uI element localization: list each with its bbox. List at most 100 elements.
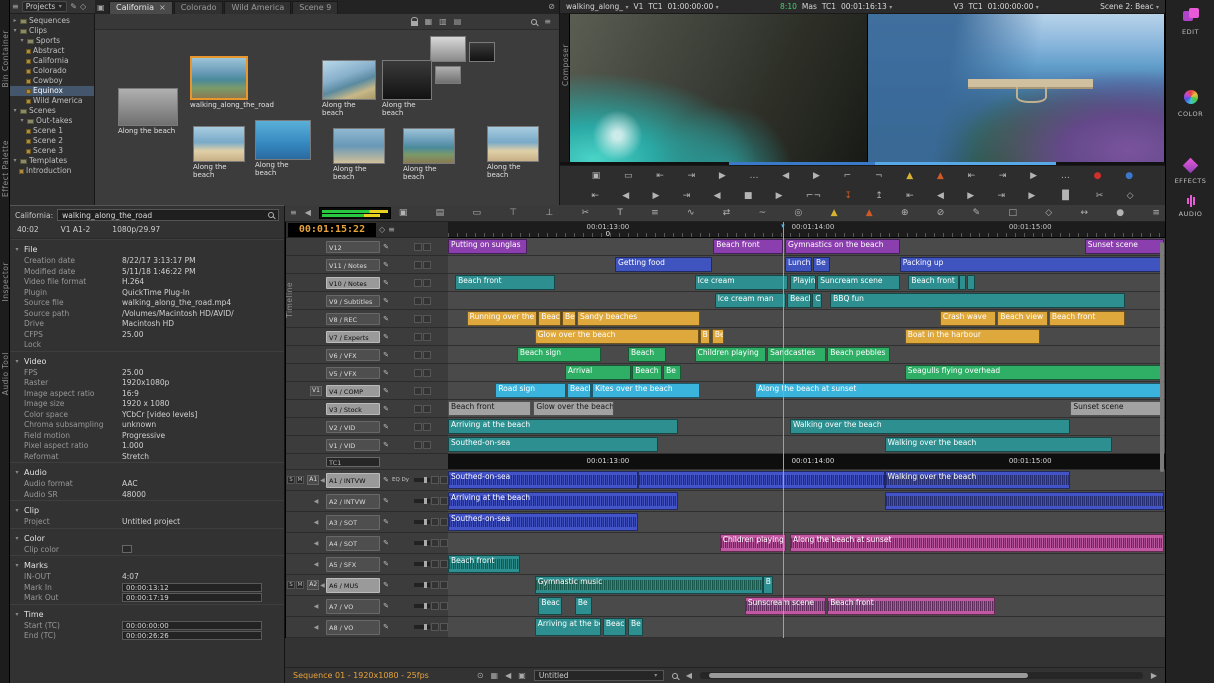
- timeline-clip[interactable]: Arrival: [565, 365, 631, 380]
- track-lane-v4[interactable]: Road signBeachKites over the beachAlong …: [448, 382, 1165, 400]
- keyframe-icon[interactable]: ◇: [1045, 209, 1052, 218]
- record-clip-menu[interactable]: Scene 2: Beac ▾: [1100, 2, 1159, 11]
- bin-clip-thumbnail[interactable]: Along the beach: [193, 126, 245, 179]
- track-monitor-toggle[interactable]: [423, 405, 431, 413]
- go-to-previous-edit-icon[interactable]: ⇤: [656, 172, 664, 181]
- track-lane-v3[interactable]: Beach frontGlow over the beachSunset sce…: [448, 400, 1165, 418]
- record-toggle-icon[interactable]: ●: [1116, 209, 1124, 218]
- timeline-clip[interactable]: B: [700, 329, 711, 344]
- timeline-clip[interactable]: Seagulls flying overhead: [905, 365, 1165, 380]
- rail-tab-audio-tool[interactable]: Audio Tool: [1, 352, 10, 395]
- splice-in-icon[interactable]: ▲: [906, 172, 913, 181]
- track-name-v3[interactable]: V3 / Stock: [326, 403, 380, 415]
- sync-lock-toggle[interactable]: [414, 387, 422, 395]
- timeline-clip[interactable]: Sandy beaches: [577, 311, 700, 326]
- bin-clip-thumbnail[interactable]: Along the beach: [118, 88, 178, 135]
- sync-icon[interactable]: ⊙: [477, 671, 484, 681]
- timeline-clip[interactable]: Be: [813, 257, 830, 272]
- field-input[interactable]: 00:00:13:12: [122, 583, 262, 592]
- sync-lock-toggle[interactable]: [414, 243, 422, 251]
- inspector-clip-name-field[interactable]: walking_along_the_road: [57, 209, 279, 221]
- source-timecode[interactable]: 01:00:00:00 ▾: [668, 2, 719, 11]
- timeline-clip[interactable]: Children playing: [720, 534, 786, 552]
- source-track-patch[interactable]: V1: [307, 386, 325, 396]
- mute-icon[interactable]: ⊘: [937, 209, 945, 218]
- source-track-patch[interactable]: A2◀: [307, 580, 325, 590]
- sidebar-item-cowboy[interactable]: Cowboy: [10, 76, 94, 86]
- record-enable-icon[interactable]: ✎: [381, 369, 391, 377]
- track-name-v12[interactable]: V12: [326, 241, 380, 253]
- sync-lock-toggle[interactable]: [431, 623, 439, 631]
- mark-clip-icon[interactable]: ⌐¬: [806, 192, 821, 201]
- frame-forward-icon[interactable]: ▶: [652, 192, 659, 201]
- bin-clip-thumbnail[interactable]: Along the beach: [487, 126, 539, 179]
- timeline-clips-area[interactable]: 00:01:13:0000:01:14:0000:01:15:000 Putti…: [448, 222, 1165, 638]
- timeline-clip[interactable]: Kites over the beach: [592, 383, 700, 398]
- timeline-clip[interactable]: Sunscream scene: [745, 597, 826, 615]
- track-lane-v1[interactable]: Southed-on-seaWalking over the beach: [448, 436, 1165, 454]
- bin-tab-colorado[interactable]: Colorado: [174, 1, 224, 14]
- timeline-clip[interactable]: C: [812, 293, 822, 308]
- track-name-v11[interactable]: V11 / Notes: [326, 259, 380, 271]
- panel-layout-icon[interactable]: ◇: [80, 2, 86, 12]
- sync-lock-toggle[interactable]: [414, 441, 422, 449]
- track-monitor-toggle[interactable]: [440, 539, 448, 547]
- timeline-horizontal-scrollbar[interactable]: [700, 672, 1143, 679]
- remove-effect-icon[interactable]: ▭: [624, 172, 633, 181]
- toolbar-menu-icon[interactable]: ≡: [1152, 209, 1160, 218]
- more-icon[interactable]: …: [750, 172, 759, 181]
- track-monitor-toggle[interactable]: [423, 315, 431, 323]
- bin-tab-wild-america[interactable]: Wild America: [224, 1, 291, 14]
- timeline-clip[interactable]: Beac: [538, 597, 562, 615]
- timeline-clip[interactable]: Beach view: [997, 311, 1048, 326]
- pan-slider[interactable]: [414, 520, 430, 524]
- sync-lock-toggle[interactable]: [431, 539, 439, 547]
- track-lane-a5[interactable]: Beach front: [448, 554, 1165, 575]
- scissors-icon[interactable]: ✂: [1096, 192, 1104, 201]
- track-lane-a8[interactable]: Arriving at the beBeacBe: [448, 617, 1165, 638]
- master-timecode[interactable]: 00:01:16:13 ▾: [841, 2, 892, 11]
- sidebar-item-equinox[interactable]: Equinox: [10, 86, 94, 96]
- record-enable-icon[interactable]: ✎: [381, 297, 391, 305]
- timeline-clip[interactable]: Sunset scene: [1085, 239, 1165, 254]
- sidebar-item-scene-2[interactable]: Scene 2: [10, 136, 94, 146]
- track-name-v6[interactable]: V6 / VFX: [326, 349, 380, 361]
- timeline-clip[interactable]: Arriving at the beach: [448, 492, 678, 510]
- timeline-clip[interactable]: Ice cream: [695, 275, 788, 290]
- pan-slider[interactable]: [414, 541, 430, 545]
- bin-menu-icon[interactable]: ▣: [97, 3, 105, 13]
- draft-quality-icon[interactable]: ▤: [436, 209, 445, 218]
- source-track-patch[interactable]: ◀: [307, 540, 325, 547]
- record-enable-icon[interactable]: ✎: [381, 315, 391, 323]
- track-name-v10[interactable]: V10 / Notes: [326, 277, 380, 289]
- timeline-clip[interactable]: Be: [663, 365, 681, 380]
- timeline-clip[interactable]: Gymnastics on the beach: [785, 239, 900, 254]
- effect-mode-icon[interactable]: ◇: [1127, 192, 1134, 201]
- sync-lock-toggle[interactable]: [414, 369, 422, 377]
- track-monitor-toggle[interactable]: [423, 423, 431, 431]
- record-icon[interactable]: ●: [1094, 172, 1102, 181]
- record-enable-icon[interactable]: ✎: [381, 441, 391, 449]
- bin-clip-thumbnail[interactable]: [435, 66, 461, 84]
- folder-arrow-icon[interactable]: ▾: [12, 106, 18, 116]
- timeline-clip[interactable]: Along the beach at sunset: [790, 534, 1164, 552]
- track-monitor-toggle[interactable]: [440, 602, 448, 610]
- timeline-clip[interactable]: Beach front: [448, 401, 531, 416]
- rail-tab-inspector[interactable]: Inspector: [1, 262, 10, 301]
- timeline-clip[interactable]: Running over the b: [467, 311, 537, 326]
- bin-clip-thumbnail[interactable]: Along the beach: [255, 120, 311, 177]
- bin-clip-thumbnail[interactable]: Along the beach: [322, 60, 376, 117]
- track-monitor-toggle[interactable]: [423, 387, 431, 395]
- timeline-clip[interactable]: Suncream scene: [817, 275, 899, 290]
- source-track-patch[interactable]: ◀: [307, 519, 325, 526]
- timeline-clip[interactable]: Boat in the harbour: [905, 329, 1040, 344]
- timeline-clip[interactable]: Crash wave: [940, 311, 996, 326]
- track-lane-v2[interactable]: Arriving at the beachWalking over the be…: [448, 418, 1165, 436]
- justify-icon[interactable]: ≡: [651, 209, 659, 218]
- go-to-start-icon[interactable]: ⇤: [591, 192, 599, 201]
- source-track-patch[interactable]: ◀: [307, 624, 325, 631]
- track-lane-v6[interactable]: Beach signBeachChildren playingSandcastl…: [448, 346, 1165, 364]
- speaker-icon[interactable]: ◀: [314, 540, 319, 547]
- speaker-icon[interactable]: ◀: [314, 561, 319, 568]
- trim-top-icon[interactable]: ⊤: [509, 209, 517, 218]
